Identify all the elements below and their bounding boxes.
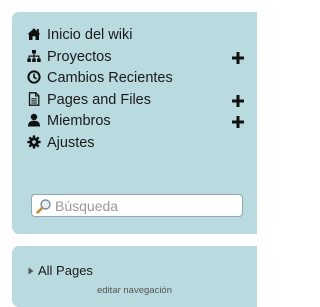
nav-item-projects[interactable]: Proyectos bbox=[27, 47, 257, 69]
caret-right-icon bbox=[28, 267, 34, 275]
clock-icon bbox=[27, 70, 41, 84]
nav-item-label: Pages and Files bbox=[47, 91, 151, 108]
pages-panel: All Pages editar navegación bbox=[12, 246, 257, 307]
nav-item-label: Proyectos bbox=[47, 48, 112, 65]
nav-item-pages-and-files[interactable]: Pages and Files bbox=[27, 90, 257, 112]
nav-item-label: Ajustes bbox=[47, 134, 95, 151]
add-page-button[interactable] bbox=[232, 94, 244, 107]
nav-list: Inicio del wiki Proyectos Cambios Recien… bbox=[12, 12, 257, 154]
nav-item-label: Cambios Recientes bbox=[47, 70, 173, 86]
document-icon bbox=[27, 91, 41, 106]
search-icon bbox=[36, 198, 52, 214]
add-member-button[interactable] bbox=[232, 116, 244, 128]
nav-item-home[interactable]: Inicio del wiki bbox=[27, 25, 257, 47]
nav-item-settings[interactable]: Ajustes bbox=[27, 133, 257, 155]
sitemap-icon bbox=[27, 49, 41, 63]
nav-item-label: Inicio del wiki bbox=[47, 27, 133, 43]
nav-item-label: Miembros bbox=[47, 113, 111, 129]
add-project-button[interactable] bbox=[232, 51, 244, 64]
navigation-panel: Inicio del wiki Proyectos Cambios Recien… bbox=[12, 12, 257, 234]
search-input[interactable] bbox=[55, 197, 235, 214]
gear-icon bbox=[27, 134, 41, 149]
all-pages-link[interactable]: All Pages bbox=[28, 263, 93, 278]
search-box[interactable] bbox=[31, 194, 243, 217]
all-pages-label: All Pages bbox=[38, 263, 93, 278]
nav-item-recent-changes[interactable]: Cambios Recientes bbox=[27, 68, 257, 90]
user-icon bbox=[27, 113, 41, 127]
home-icon bbox=[27, 27, 41, 41]
edit-navigation-link[interactable]: editar navegación bbox=[12, 285, 257, 296]
nav-item-members[interactable]: Miembros bbox=[27, 111, 257, 133]
